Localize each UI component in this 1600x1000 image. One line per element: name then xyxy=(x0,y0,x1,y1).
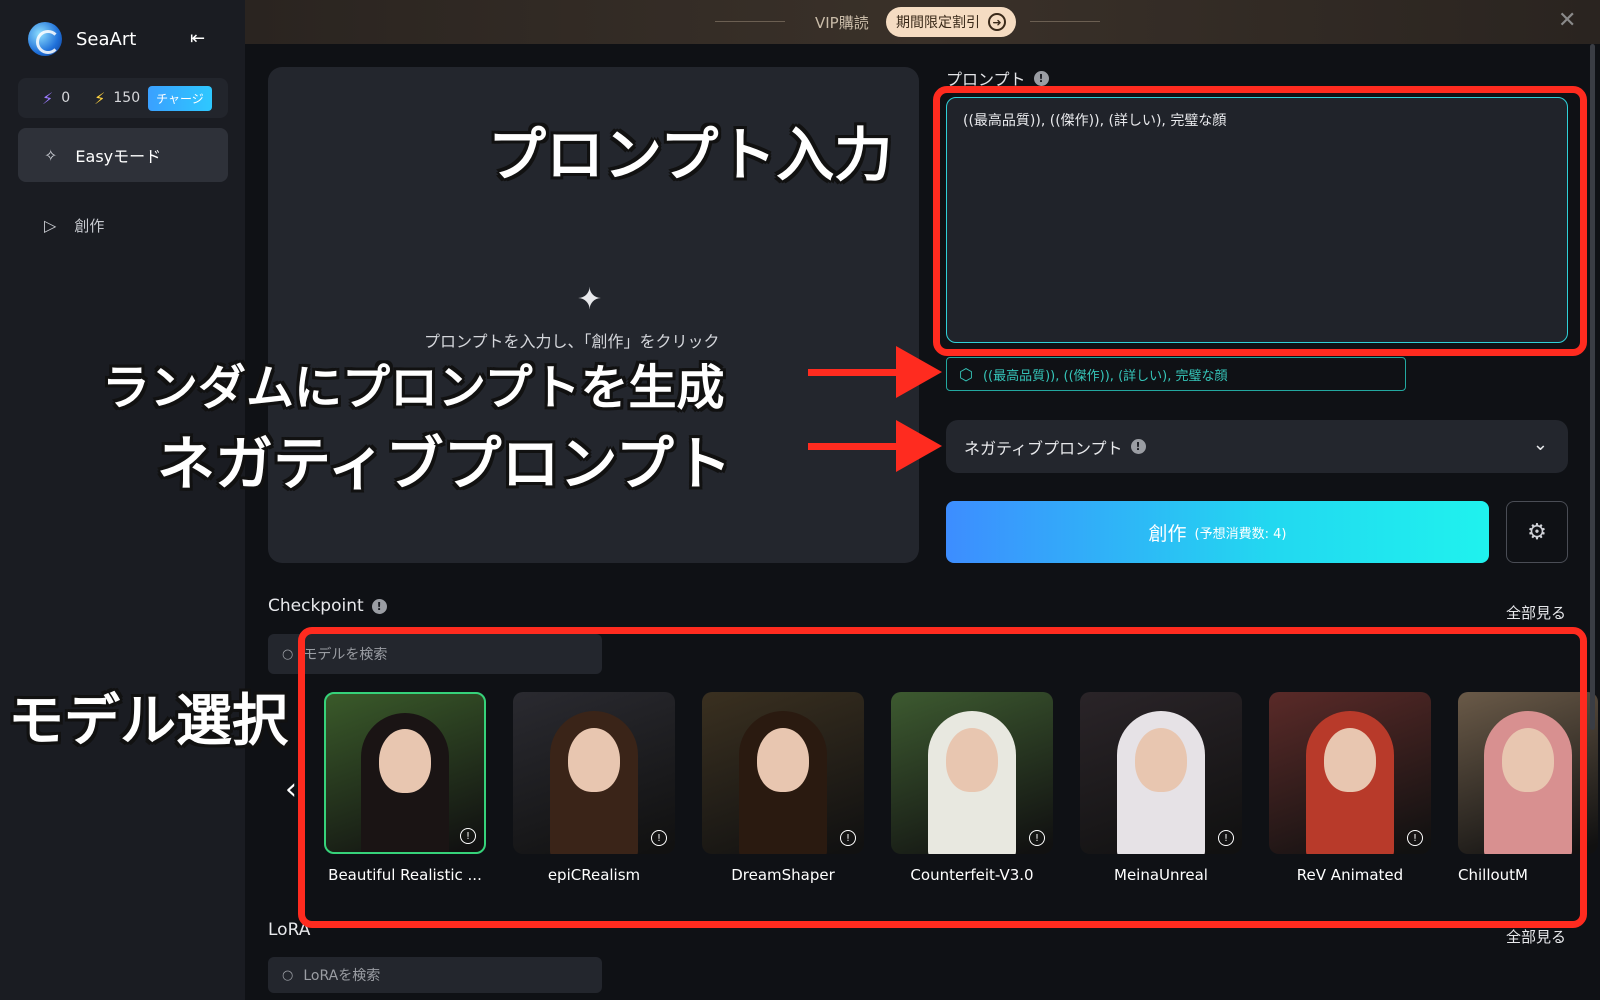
dice-icon: ⬡ xyxy=(959,364,973,384)
sparkle-icon: ✦ xyxy=(577,282,603,317)
banner-divider xyxy=(715,21,785,22)
annotation-box-prompt xyxy=(933,86,1587,356)
vip-subscribe-link[interactable]: VIP購読 xyxy=(815,12,869,33)
settings-button[interactable]: ⚙ xyxy=(1506,501,1568,563)
random-prompt-text: ((最高品質)), ((傑作)), (詳しい), 完璧な顔 xyxy=(982,368,1228,384)
app-name: SeaArt xyxy=(76,28,137,50)
lora-search-input[interactable]: ○ LoRAを検索 xyxy=(268,957,602,993)
annotation-arrow-negative xyxy=(808,443,898,450)
limited-discount-button[interactable]: 期間限定割引 ➜ xyxy=(886,7,1016,37)
search-icon: ○ xyxy=(282,646,294,662)
charge-button[interactable]: チャージ xyxy=(148,85,212,111)
annotation-negative-prompt: ネガティブプロンプト xyxy=(157,430,732,498)
play-icon: ▷ xyxy=(44,216,57,235)
sidebar-item-label: 創作 xyxy=(74,217,105,235)
gear-icon: ⚙ xyxy=(1527,519,1547,545)
credits-b-value: 150 xyxy=(113,90,141,106)
search-icon: ○ xyxy=(282,967,294,983)
create-button-cost: (予想消費数: 4) xyxy=(1194,526,1287,542)
lightning-yellow-icon: ⚡ xyxy=(94,88,106,108)
info-icon[interactable]: ! xyxy=(371,598,387,614)
create-button-label: 創作 xyxy=(1148,522,1187,545)
annotation-arrow-random-head xyxy=(896,346,942,398)
sparkle-icon: ✧ xyxy=(44,145,58,165)
close-icon[interactable]: ✕ xyxy=(1558,8,1576,33)
arrow-right-icon: ➜ xyxy=(988,13,1006,31)
lightning-purple-icon: ⚡ xyxy=(42,88,54,108)
negative-prompt-label: ネガティブプロンプト xyxy=(964,438,1123,458)
create-button[interactable]: 創作 (予想消費数: 4) xyxy=(946,501,1489,563)
collapse-sidebar-icon[interactable]: ⇤ xyxy=(190,28,210,49)
annotation-prompt-input: プロンプト入力 xyxy=(488,121,893,189)
annotation-arrow-random xyxy=(808,369,898,376)
annotation-arrow-negative-head xyxy=(896,420,942,472)
sidebar-item-easy-mode[interactable]: ✧ Easyモード xyxy=(18,128,228,182)
banner-divider xyxy=(1030,21,1100,22)
checkpoint-heading: Checkpoint ! xyxy=(268,596,387,616)
checkpoint-label: Checkpoint xyxy=(268,596,364,616)
credits-a-value: 0 xyxy=(61,90,71,106)
chevron-down-icon: ⌄ xyxy=(1532,434,1548,455)
checkpoint-see-all-link[interactable]: 全部見る xyxy=(1506,602,1566,623)
logo-row[interactable]: SeaArt xyxy=(28,22,136,56)
info-icon[interactable]: ! xyxy=(1130,439,1146,454)
info-icon[interactable]: ! xyxy=(1033,70,1049,86)
random-prompt-suggestion[interactable]: ⬡ ((最高品質)), ((傑作)), (詳しい), 完璧な顔 xyxy=(946,357,1406,391)
annotation-box-models xyxy=(298,627,1587,928)
lora-see-all-link[interactable]: 全部見る xyxy=(1506,926,1566,947)
annotation-random-prompt: ランダムにプロンプトを生成 xyxy=(102,360,725,416)
annotation-model-select: モデル選択 xyxy=(8,689,288,754)
lora-search-placeholder: LoRAを検索 xyxy=(303,968,381,984)
scrollbar[interactable] xyxy=(1590,44,1595,730)
sidebar-item-label: Easyモード xyxy=(75,147,162,166)
sidebar-item-create[interactable]: ▷ 創作 xyxy=(44,215,104,236)
promo-label: 期間限定割引 xyxy=(896,15,980,31)
negative-prompt-toggle[interactable]: ネガティブプロンプト ! ⌄ xyxy=(946,420,1568,473)
credits-panel: ⚡ 0 ⚡ 150 チャージ xyxy=(18,78,228,118)
carousel-prev-icon[interactable]: ‹ xyxy=(285,772,297,807)
seaart-logo xyxy=(28,22,62,56)
